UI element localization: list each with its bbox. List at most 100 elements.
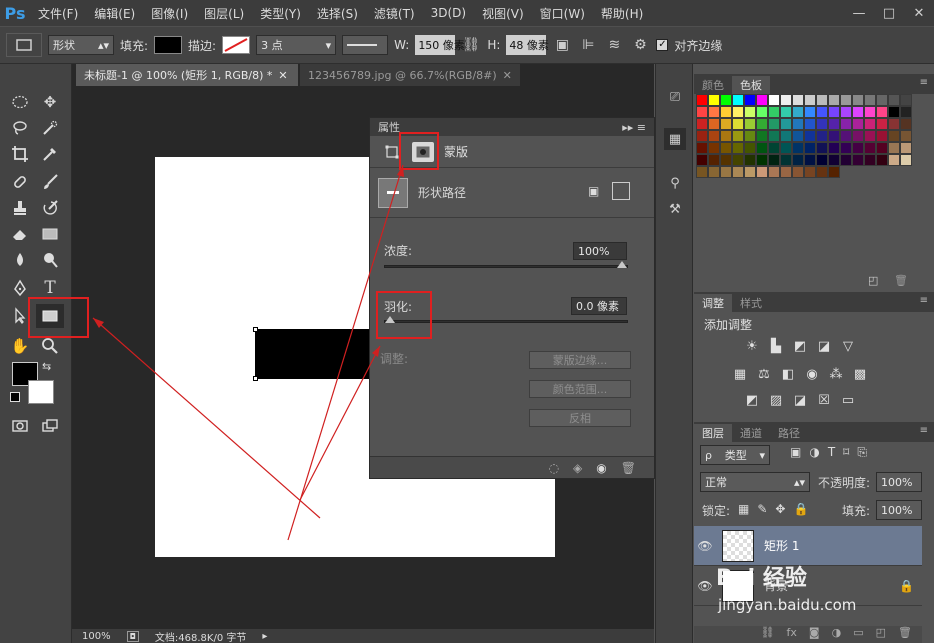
gradient-tool-icon[interactable] [36,222,64,246]
path-arrangement-icon[interactable]: ≋ [604,35,624,55]
color-swatch[interactable] [756,166,768,178]
color-swatch[interactable] [756,154,768,166]
color-swatch[interactable] [864,142,876,154]
select-path-icon[interactable] [612,182,630,200]
trash-icon[interactable]: 🗑 [621,461,636,475]
color-swatch[interactable] [708,142,720,154]
color-swatch[interactable] [780,106,792,118]
lock-transparency-icon[interactable]: ▦ [738,502,749,516]
trash-icon[interactable]: 🗑 [898,626,912,643]
color-swatch[interactable] [744,166,756,178]
color-swatch[interactable] [840,94,852,106]
menu-edit[interactable]: 编辑(E) [86,5,143,22]
color-range-button[interactable]: 颜色范围... [529,380,631,398]
color-swatch[interactable] [816,142,828,154]
density-field[interactable]: 100% [573,242,627,260]
color-swatch[interactable] [792,118,804,130]
eraser-tool-icon[interactable] [6,222,34,246]
eyedropper-tool-icon[interactable] [36,142,64,166]
color-swatch[interactable] [708,154,720,166]
color-swatch[interactable] [804,166,816,178]
color-swatch[interactable] [828,142,840,154]
eye-icon[interactable]: 👁 [694,579,716,593]
color-swatch[interactable] [804,106,816,118]
trash-icon[interactable]: 🗑 [894,274,908,287]
shape-filter-icon[interactable]: ⌑ [843,445,849,460]
color-swatch[interactable] [876,142,888,154]
history-brush-tool-icon[interactable] [36,196,64,220]
align-edges-checkbox[interactable]: ✓ [656,39,669,51]
menu-file[interactable]: 文件(F) [30,5,86,22]
zoom-level[interactable]: 100% [82,631,111,642]
density-slider[interactable] [384,261,628,268]
color-swatch[interactable] [744,94,756,106]
rectangle-shape[interactable] [255,329,375,379]
color-swatch[interactable] [804,94,816,106]
tool-presets-icon[interactable]: ⚒ [664,198,686,220]
color-swatch[interactable] [816,154,828,166]
color-swatch[interactable] [768,154,780,166]
color-swatch[interactable] [876,130,888,142]
color-swatch[interactable] [780,94,792,106]
color-swatch[interactable] [888,106,900,118]
color-swatch[interactable] [828,106,840,118]
color-swatch[interactable] [864,118,876,130]
path-operations-icon[interactable]: ▣ [552,35,572,55]
tab-layers[interactable]: 图层 [694,424,732,442]
photo-filter-icon[interactable]: ◉ [804,366,820,382]
gear-icon[interactable]: ⚙ [630,35,650,55]
width-field[interactable]: 150 像素 [415,35,465,55]
crop-tool-icon[interactable] [6,142,34,166]
density-slider-handle[interactable] [617,261,627,268]
menu-window[interactable]: 窗口(W) [532,5,593,22]
brush-presets-icon[interactable]: ⚲ [664,172,686,194]
eye-icon[interactable]: ◉ [596,461,606,475]
color-swatch[interactable] [792,94,804,106]
vibrance-icon[interactable]: ▽ [840,338,856,354]
color-swatch[interactable] [720,94,732,106]
color-swatch[interactable] [768,142,780,154]
color-swatch[interactable] [720,154,732,166]
stroke-swatch[interactable] [222,36,251,54]
selective-color-icon[interactable]: ☒ [816,392,832,408]
link-layers-icon[interactable]: ⛓ [761,626,775,643]
tab-swatches[interactable]: 色板 [732,76,770,94]
panel-menu-icon[interactable]: ▸▸ ≡ [622,121,646,134]
healing-brush-tool-icon[interactable] [6,170,34,194]
color-swatch[interactable] [852,130,864,142]
color-swatch[interactable] [804,130,816,142]
color-swatch[interactable] [708,94,720,106]
lock-pixels-icon[interactable]: ✎ [757,502,767,516]
color-swatch[interactable] [696,106,708,118]
color-swatch[interactable] [780,142,792,154]
color-swatch[interactable] [828,130,840,142]
curves-icon[interactable]: ◩ [792,338,808,354]
default-colors-icon[interactable] [10,392,20,402]
color-swatch[interactable] [888,154,900,166]
color-swatch[interactable] [888,94,900,106]
anchor-point[interactable] [253,327,258,332]
fx-icon[interactable]: fx [787,626,797,643]
color-swatch[interactable] [852,118,864,130]
color-swatch[interactable] [696,142,708,154]
blend-mode-select[interactable]: 正常 ▴▾ [700,472,810,492]
fill-field[interactable]: 100% [876,500,922,520]
color-swatch[interactable] [744,142,756,154]
color-swatch[interactable] [720,106,732,118]
color-swatch[interactable] [876,106,888,118]
color-swatch[interactable] [696,154,708,166]
height-field[interactable]: 48 像素 [506,35,549,55]
color-swatch[interactable] [888,142,900,154]
marquee-tool-icon[interactable] [6,90,34,114]
mode-select[interactable]: 形状 ▴▾ [48,35,114,55]
color-swatch[interactable] [816,118,828,130]
add-mask-icon[interactable]: ▣ [588,184,606,200]
color-swatch[interactable] [780,154,792,166]
menu-3d[interactable]: 3D(D) [423,6,474,20]
load-selection-icon[interactable]: ◌ [549,461,559,475]
adjustment-filter-icon[interactable]: ◑ [809,445,819,460]
color-balance-icon[interactable]: ⚖ [756,366,772,382]
panel-menu-icon[interactable]: ≡ [920,425,928,436]
color-swatch[interactable] [732,106,744,118]
color-swatch[interactable] [816,94,828,106]
